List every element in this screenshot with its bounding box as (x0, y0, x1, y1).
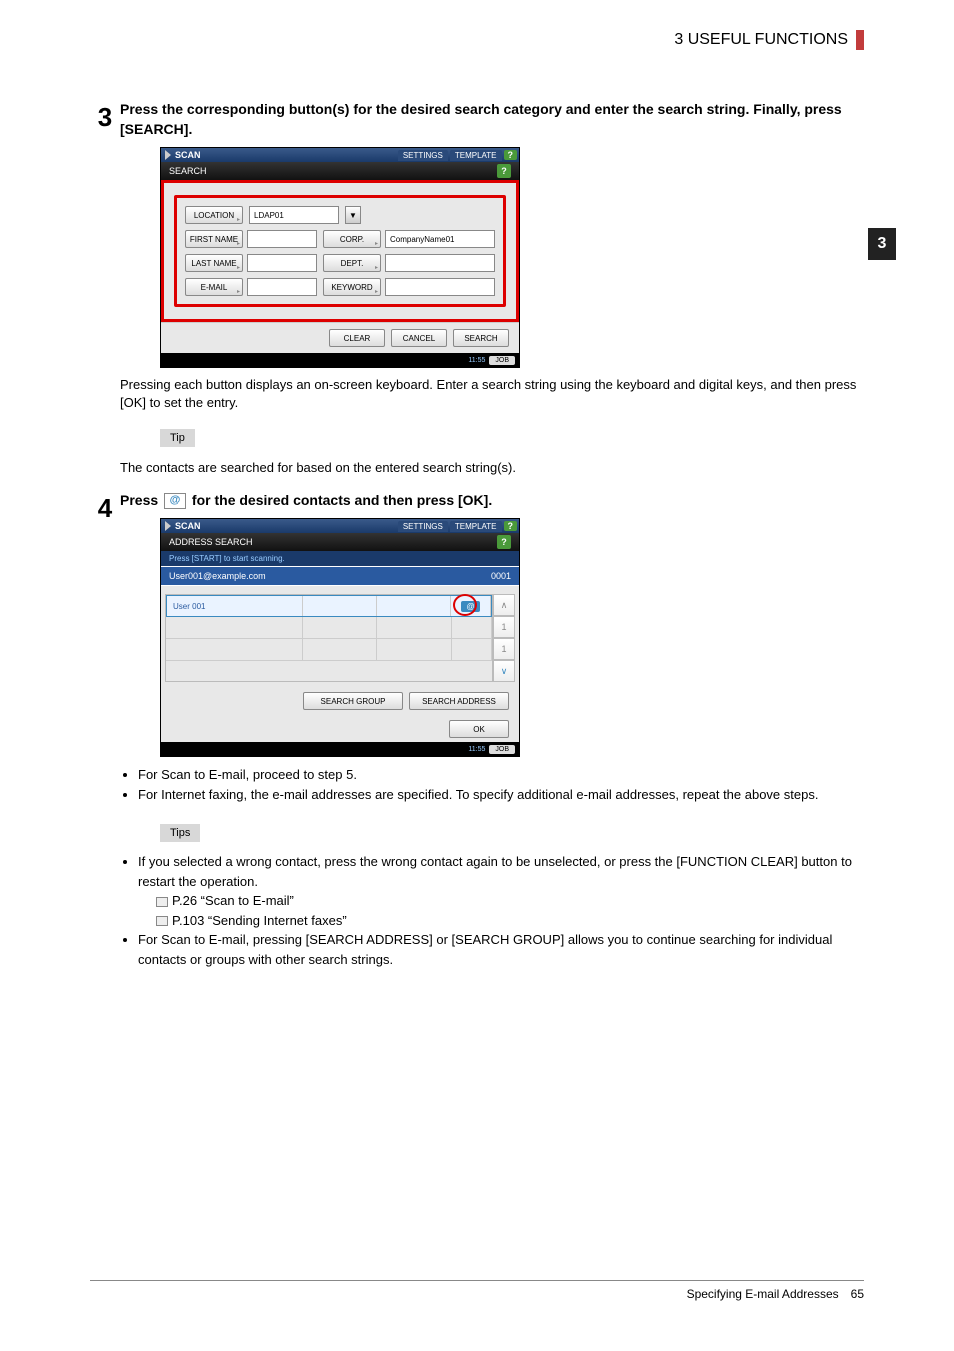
scroll-up-icon[interactable]: ∧ (493, 594, 515, 616)
screenshot-search: SCAN SETTINGS TEMPLATE ? SEARCH ? (160, 147, 520, 368)
location-label: LOCATION (185, 206, 243, 224)
step-3: 3 Press the corresponding button(s) for … (90, 100, 864, 483)
settings-tab[interactable]: SETTINGS (398, 521, 448, 532)
tip-label: Tip (160, 429, 195, 447)
job-button[interactable]: JOB (489, 356, 515, 365)
dept-field[interactable] (385, 254, 495, 272)
email-value: User001@example.com (169, 571, 266, 581)
address-search-title: ADDRESS SEARCH (169, 537, 253, 547)
chapter-title: 3 USEFUL FUNCTIONS (674, 31, 848, 49)
template-tab[interactable]: TEMPLATE (450, 521, 502, 532)
scan-label: SCAN (175, 521, 201, 531)
result-col1 (303, 596, 377, 616)
chapter-header: 3 USEFUL FUNCTIONS (0, 30, 954, 50)
template-tab[interactable]: TEMPLATE (450, 150, 502, 161)
count-value: 0001 (491, 571, 511, 581)
ss-topbar: SCAN SETTINGS TEMPLATE ? (161, 519, 519, 533)
tips-bullet1-text: If you selected a wrong contact, press t… (138, 854, 852, 889)
book-icon (156, 916, 168, 926)
result-at-cell[interactable]: @ (451, 596, 491, 616)
chapter-stripe (856, 30, 864, 50)
back-icon (165, 521, 171, 531)
step-number: 3 (90, 100, 120, 483)
back-icon (165, 150, 171, 160)
search-group-button[interactable]: SEARCH GROUP (303, 692, 403, 710)
ss-subbar: ADDRESS SEARCH ? (161, 533, 519, 551)
last-name-field[interactable] (247, 254, 317, 272)
clear-button[interactable]: CLEAR (329, 329, 385, 347)
search-button[interactable]: SEARCH (453, 329, 509, 347)
page-footer: Specifying E-mail Addresses 65 (90, 1280, 864, 1301)
step4-bullet2: For Internet faxing, the e-mail addresse… (138, 785, 864, 805)
ss-statusbar: 11:55 JOB (161, 353, 519, 367)
tips-label: Tips (160, 824, 200, 842)
step4-bullet1: For Scan to E-mail, proceed to step 5. (138, 765, 864, 785)
first-name-field[interactable] (247, 230, 317, 248)
screenshot-address-search: SCAN SETTINGS TEMPLATE ? ADDRESS SEARCH … (160, 518, 520, 757)
ok-row: OK (161, 716, 519, 742)
results: User 001 @ (165, 594, 515, 682)
email-field[interactable] (247, 278, 317, 296)
ss-topbar: SCAN SETTINGS TEMPLATE ? (161, 148, 519, 162)
ss-subbar: SEARCH ? (161, 162, 519, 180)
ref1: P.26 “Scan to E-mail” (172, 893, 294, 908)
settings-tab[interactable]: SETTINGS (398, 150, 448, 161)
corp-field[interactable]: CompanyName01 (385, 230, 495, 248)
result-row-empty (166, 639, 492, 661)
page-total: 1 (493, 638, 515, 660)
keyword-button[interactable]: KEYWORD (323, 278, 381, 296)
result-name: User 001 (167, 596, 303, 616)
tips-bullet2: For Scan to E-mail, pressing [SEARCH ADD… (138, 930, 864, 969)
last-name-button[interactable]: LAST NAME (185, 254, 243, 272)
email-row: User001@example.com 0001 (161, 566, 519, 586)
footer-page: 65 (851, 1287, 864, 1301)
step4-heading: Press @ for the desired contacts and the… (120, 491, 864, 511)
at-icon: @ (164, 493, 186, 509)
sub-help-icon[interactable]: ? (497, 164, 511, 178)
book-icon (156, 897, 168, 907)
job-button[interactable]: JOB (489, 745, 515, 754)
step-4: 4 Press @ for the desired contacts and t… (90, 491, 864, 980)
result-row-empty (166, 617, 492, 639)
footer-title: Specifying E-mail Addresses (687, 1287, 839, 1301)
page-current: 1 (493, 616, 515, 638)
keyword-field[interactable] (385, 278, 495, 296)
tip-text: The contacts are searched for based on t… (120, 459, 864, 477)
scroll-column: ∧ 1 1 ∨ (493, 594, 515, 682)
search-title: SEARCH (169, 166, 207, 176)
time-label: 11:55 (468, 746, 485, 753)
step4-heading-pre: Press (120, 492, 162, 508)
sub-help-icon[interactable]: ? (497, 535, 511, 549)
dropdown-icon[interactable]: ▼ (345, 206, 361, 224)
callout-circle (453, 594, 477, 616)
side-tab: 3 (868, 228, 896, 260)
tips-bullet1: If you selected a wrong contact, press t… (138, 852, 864, 930)
help-icon[interactable]: ? (504, 150, 518, 160)
result-col2 (377, 596, 451, 616)
scan-hint: Press [START] to start scanning. (161, 551, 519, 566)
step3-heading: Press the corresponding button(s) for th… (120, 100, 864, 139)
email-button[interactable]: E-MAIL (185, 278, 243, 296)
time-label: 11:55 (468, 357, 485, 364)
first-name-button[interactable]: FIRST NAME (185, 230, 243, 248)
cancel-button[interactable]: CANCEL (391, 329, 447, 347)
step4-heading-post: for the desired contacts and then press … (188, 492, 492, 508)
ss-body: LOCATION LDAP01 ▼ FIRST NAME COR (161, 180, 519, 322)
step3-caption: Pressing each button displays an on-scre… (120, 376, 864, 412)
search-button-row: SEARCH GROUP SEARCH ADDRESS (161, 688, 519, 714)
scan-label: SCAN (175, 150, 201, 160)
corp-button[interactable]: CORP. (323, 230, 381, 248)
ref2: P.103 “Sending Internet faxes” (172, 913, 347, 928)
location-field[interactable]: LDAP01 (249, 206, 339, 224)
search-address-button[interactable]: SEARCH ADDRESS (409, 692, 509, 710)
step-number: 4 (90, 491, 120, 980)
ss-statusbar: 11:55 JOB (161, 742, 519, 756)
result-row[interactable]: User 001 @ (166, 595, 492, 617)
help-icon[interactable]: ? (504, 521, 518, 531)
ss-footer: CLEAR CANCEL SEARCH (161, 322, 519, 353)
ok-button[interactable]: OK (449, 720, 509, 738)
dept-button[interactable]: DEPT. (323, 254, 381, 272)
scroll-down-icon[interactable]: ∨ (493, 660, 515, 682)
